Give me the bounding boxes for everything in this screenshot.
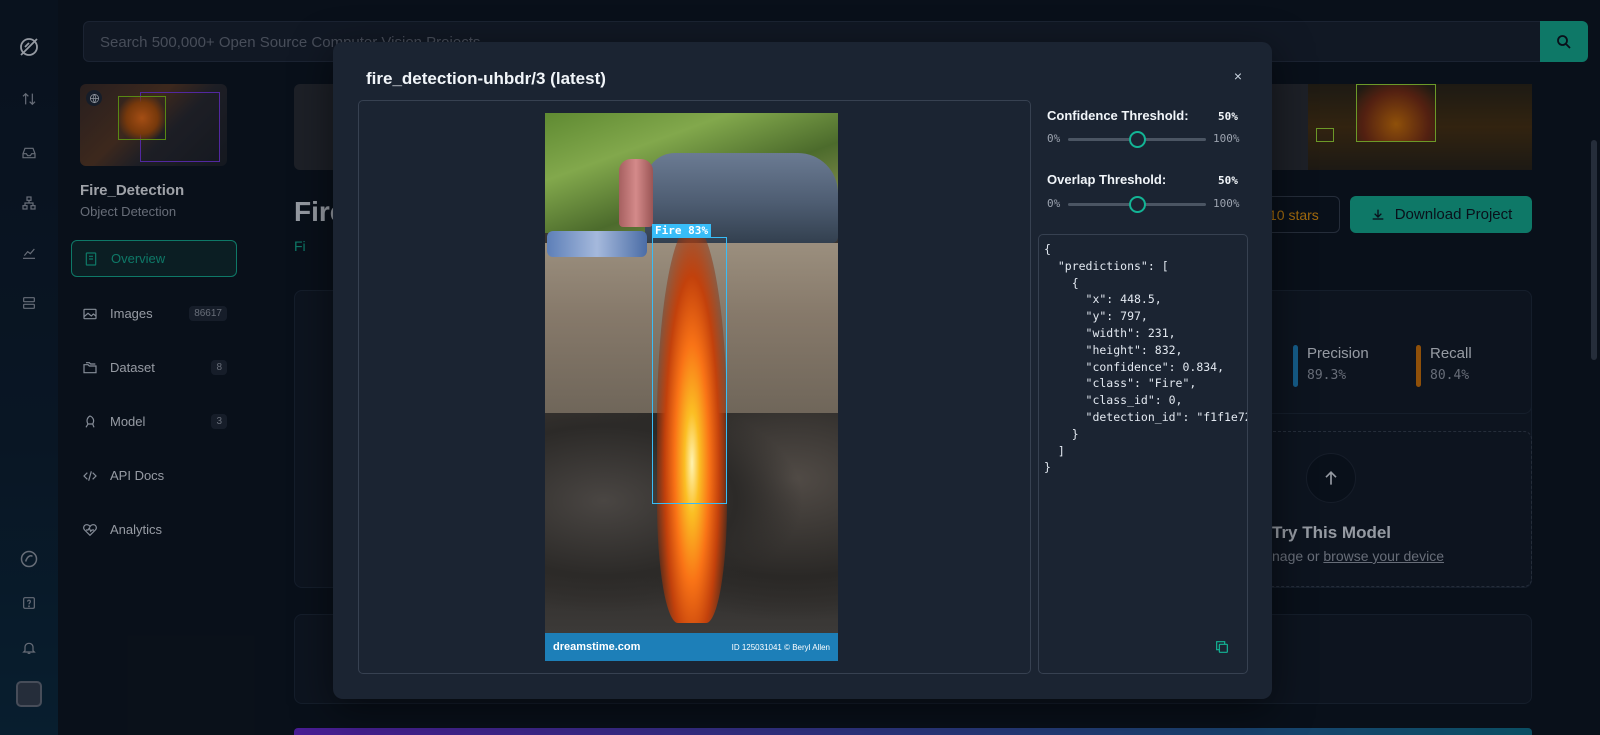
- detection-box: [652, 237, 727, 504]
- inference-modal: fire_detection-uhbdr/3 (latest) × Fire 8…: [333, 42, 1272, 699]
- overlap-threshold-label: Overlap Threshold:: [1047, 172, 1167, 187]
- modal-title: fire_detection-uhbdr/3 (latest): [366, 69, 606, 88]
- confidence-min: 0%: [1047, 132, 1061, 145]
- detection-label: Fire 83%: [652, 224, 711, 238]
- confidence-max: 100%: [1213, 132, 1240, 145]
- json-output: { "predictions": [ { "x": 448.5, "y": 79…: [1044, 242, 1248, 475]
- confidence-threshold-label: Confidence Threshold:: [1047, 108, 1189, 123]
- confidence-slider-thumb[interactable]: [1129, 131, 1146, 148]
- overlap-min: 0%: [1047, 197, 1061, 210]
- watermark-bar: dreamstime.com ID 125031041 © Beryl Alle…: [545, 633, 838, 661]
- confidence-slider[interactable]: [1068, 131, 1206, 148]
- confidence-threshold-value: 50%: [1218, 110, 1238, 123]
- inference-image: Fire 83% dreamstime.com ID 125031041 © B…: [545, 113, 838, 661]
- watermark-brand: dreamstime.com: [553, 641, 641, 653]
- watermark-credit: ID 125031041 © Beryl Allen: [731, 642, 830, 652]
- image-preview-frame: Fire 83% dreamstime.com ID 125031041 © B…: [358, 100, 1031, 674]
- overlap-slider-thumb[interactable]: [1129, 196, 1146, 213]
- overlap-slider[interactable]: [1068, 196, 1206, 213]
- copy-icon[interactable]: [1214, 639, 1232, 657]
- json-output-panel[interactable]: { "predictions": [ { "x": 448.5, "y": 79…: [1038, 234, 1248, 674]
- overlap-max: 100%: [1213, 197, 1240, 210]
- overlap-threshold-value: 50%: [1218, 174, 1238, 187]
- close-icon[interactable]: ×: [1228, 66, 1248, 86]
